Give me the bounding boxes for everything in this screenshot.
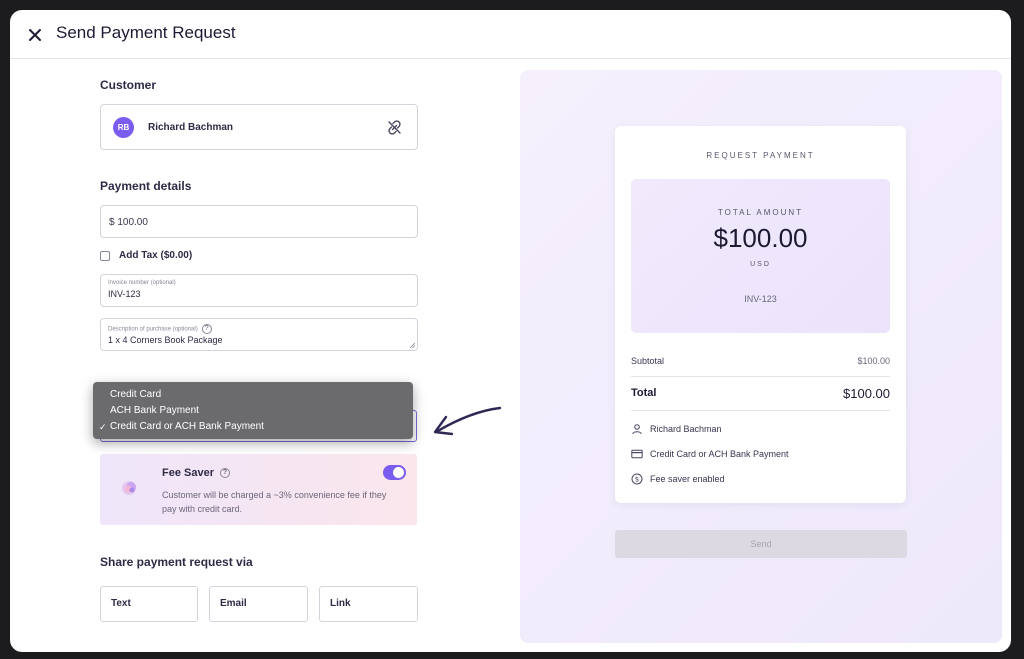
subtotal-value: $100.00 [857, 356, 890, 366]
arrow-annotation-icon [433, 406, 502, 436]
preview-payment-method: Credit Card or ACH Bank Payment [650, 449, 789, 459]
dollar-circle-icon: $ [631, 473, 643, 485]
close-icon[interactable] [24, 24, 46, 46]
share-link-button[interactable]: Link [319, 586, 418, 622]
add-tax-label: Add Tax ($0.00) [119, 250, 193, 261]
help-icon[interactable]: ? [201, 324, 212, 334]
fee-saver-description: Customer will be charged a ~3% convenien… [162, 490, 387, 514]
preview-fee-saver-status: Fee saver enabled [650, 474, 725, 484]
description-field[interactable]: Description of purchase (optional)? 1 x … [100, 318, 418, 351]
toggle-knob [393, 467, 404, 478]
description-value: 1 x 4 Corners Book Package [108, 335, 223, 345]
dropdown-option-ach[interactable]: ACH Bank Payment [93, 403, 413, 419]
payment-method-dropdown: Credit Card ACH Bank Payment ✓ Credit Car… [93, 382, 413, 439]
request-payment-heading: REQUEST PAYMENT [706, 151, 815, 160]
description-label-row: Description of purchase (optional)? [108, 324, 212, 334]
avatar: RB [113, 117, 134, 138]
customer-card[interactable]: RB Richard Bachman [100, 104, 418, 150]
total-amount-label: TOTAL AMOUNT [717, 208, 804, 217]
subtotal-label: Subtotal [631, 356, 665, 366]
preview-method-row: Credit Card or ACH Bank Payment [631, 448, 789, 460]
divider [631, 410, 890, 411]
credit-card-icon [631, 449, 643, 459]
preview-card: REQUEST PAYMENT TOTAL AMOUNT $100.00 USD… [615, 126, 906, 503]
invoice-number-value: INV-123 [108, 289, 141, 299]
customer-section-label: Customer [100, 78, 157, 92]
unlink-icon[interactable] [386, 119, 403, 136]
share-email-button[interactable]: Email [209, 586, 308, 622]
fee-saver-title-row: Fee Saver? [162, 467, 230, 479]
preview-customer-row: Richard Bachman [631, 423, 722, 435]
svg-text:$: $ [635, 476, 639, 484]
invoice-preview: INV-123 [744, 294, 777, 304]
amount-value: $ 100.00 [109, 217, 148, 228]
fee-saver-logo-icon [122, 481, 136, 495]
preview-fee-row: $ Fee saver enabled [631, 473, 725, 485]
invoice-number-label: Invoice number (optional) [108, 280, 176, 286]
payment-request-window: Send Payment Request Customer RB Richard… [10, 10, 1011, 652]
invoice-number-field[interactable]: Invoice number (optional) INV-123 [100, 274, 418, 307]
divider [631, 376, 890, 377]
add-tax-checkbox[interactable] [100, 251, 110, 261]
dropdown-option-credit-or-ach[interactable]: ✓ Credit Card or ACH Bank Payment [93, 419, 413, 435]
preview-panel: REQUEST PAYMENT TOTAL AMOUNT $100.00 USD… [520, 70, 1002, 643]
fee-saver-title: Fee Saver [162, 467, 214, 479]
customer-name: Richard Bachman [148, 122, 234, 133]
description-label: Description of purchase (optional) [108, 326, 198, 333]
fee-saver-help-icon[interactable]: ? [219, 468, 230, 479]
amount-field[interactable]: $ 100.00 [100, 205, 418, 238]
person-icon [632, 424, 642, 435]
amount-box: TOTAL AMOUNT $100.00 USD INV-123 [631, 179, 890, 333]
resize-grip-icon[interactable] [409, 342, 415, 348]
fee-saver-card: Fee Saver? Customer will be charged a ~3… [100, 454, 417, 525]
share-text-button[interactable]: Text [100, 586, 198, 622]
send-button[interactable]: Send [615, 530, 907, 558]
preview-customer-name: Richard Bachman [650, 424, 722, 434]
header: Send Payment Request [10, 10, 1011, 59]
checkmark-icon: ✓ [99, 422, 107, 432]
total-amount-value: $100.00 [713, 223, 808, 253]
total-value: $100.00 [843, 386, 890, 401]
payment-details-label: Payment details [100, 179, 192, 193]
fee-saver-toggle[interactable] [383, 465, 406, 480]
dropdown-option-credit-card[interactable]: Credit Card [93, 387, 413, 403]
total-label: Total [631, 387, 657, 399]
page-title: Send Payment Request [56, 23, 236, 42]
share-section-label: Share payment request via [100, 555, 253, 569]
currency-label: USD [750, 261, 771, 268]
